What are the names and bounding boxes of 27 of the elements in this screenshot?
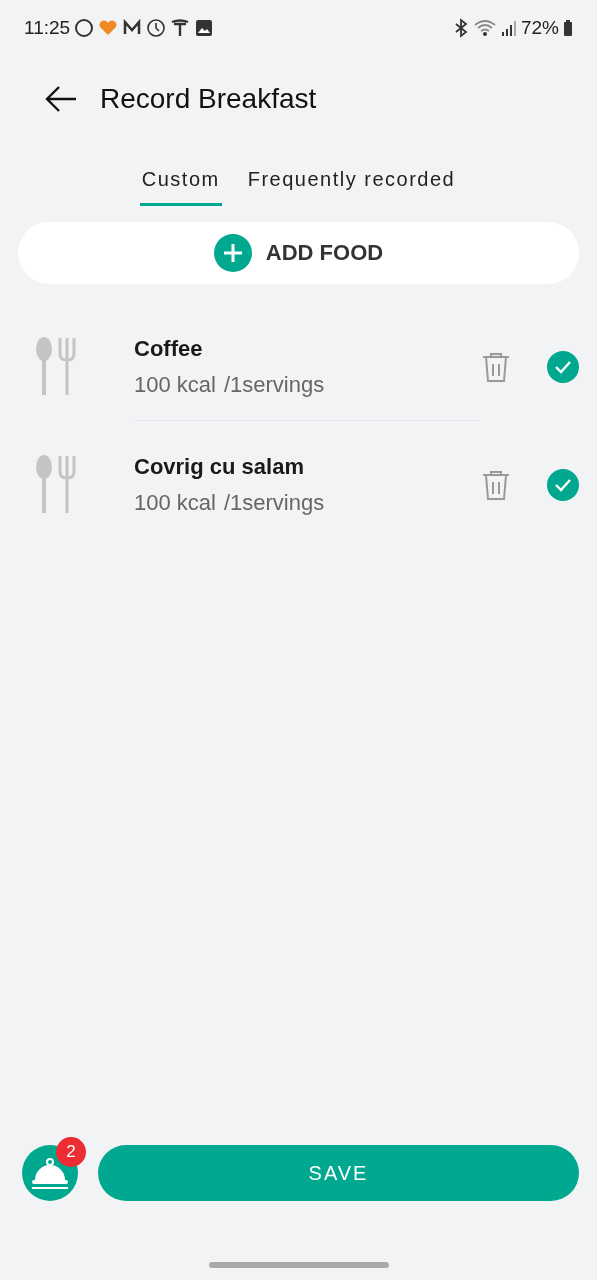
status-time: 11:25 xyxy=(24,17,71,39)
clock-icon xyxy=(146,18,167,38)
food-calories: 100 kcal xyxy=(134,371,216,398)
food-servings: /1servings xyxy=(223,371,325,398)
add-food-button[interactable]: ADD FOOD xyxy=(18,222,579,284)
tab[interactable]: Frequently recorded xyxy=(245,166,458,206)
food-name: Covrig cu salam xyxy=(134,453,305,480)
food-name: Coffee xyxy=(134,335,204,362)
cloche-icon xyxy=(31,1156,69,1190)
page-title: Record Breakfast xyxy=(100,83,317,115)
checkbox[interactable] xyxy=(547,351,579,383)
count-badge: 2 xyxy=(56,1137,86,1167)
battery-level: 72% xyxy=(520,17,559,39)
check-icon xyxy=(554,360,572,374)
plus-icon xyxy=(213,234,252,272)
tab[interactable]: Custom xyxy=(139,166,222,206)
image-icon xyxy=(194,18,215,38)
signal-icon xyxy=(500,18,517,38)
checkbox[interactable] xyxy=(547,469,579,501)
wifi-icon xyxy=(472,18,497,38)
back-button[interactable] xyxy=(44,85,78,113)
food-calories: 100 kcal xyxy=(134,489,216,516)
battery-icon xyxy=(563,18,573,38)
heart-icon xyxy=(98,18,119,38)
food-servings: /1servings xyxy=(223,489,325,516)
check-icon xyxy=(554,478,572,492)
t-logo-icon xyxy=(170,18,191,38)
